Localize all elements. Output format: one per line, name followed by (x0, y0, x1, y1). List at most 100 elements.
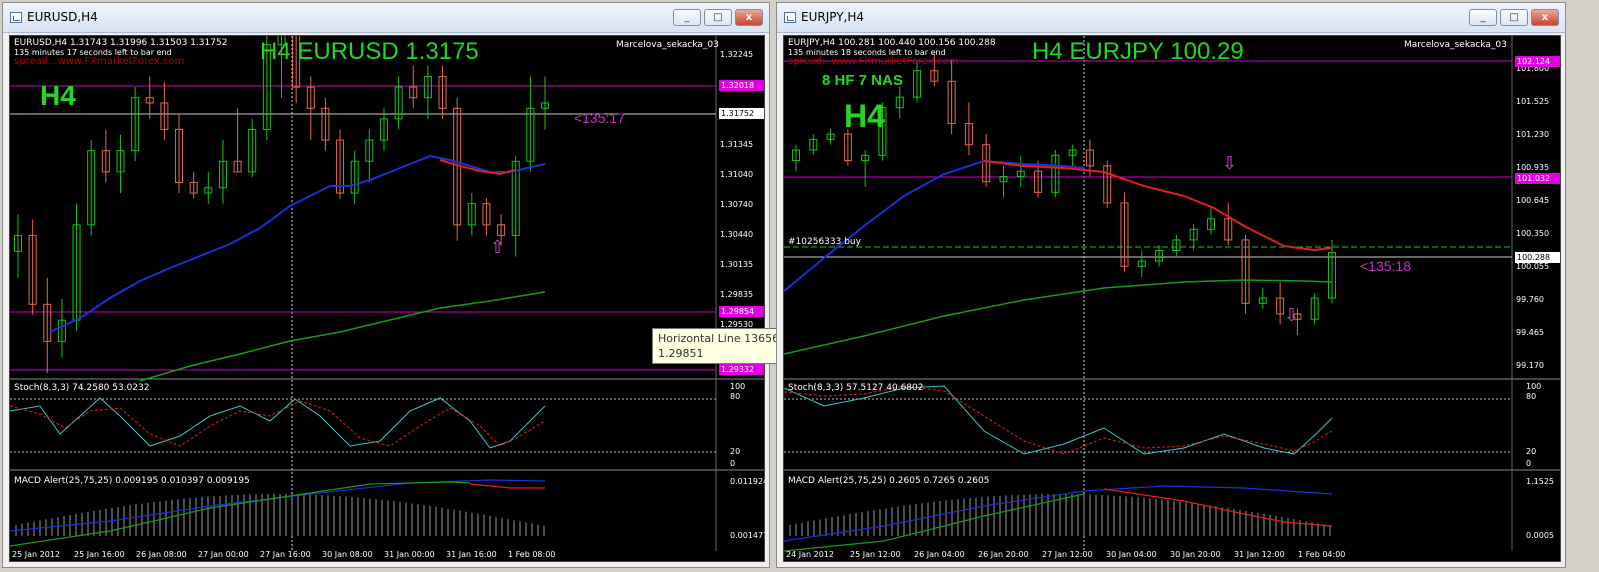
macd-label: MACD Alert(25,75,25) 0.009195 0.010397 0… (14, 476, 250, 486)
price-tick-label: 100.055 (1516, 262, 1550, 271)
ma-mid-line (983, 160, 1333, 252)
current-price-tag: 100.288 (1515, 252, 1560, 263)
macd-scale-bottom: 0.0005 (1526, 531, 1554, 540)
price-tick-label: 1.29835 (720, 290, 754, 299)
window-title: EURJPY,H4 (801, 10, 865, 24)
date-tick-label: 25 Jan 2012 (12, 550, 60, 559)
tooltip-title: Horizontal Line 13656 (658, 332, 780, 345)
minimize-button[interactable]: _ (1469, 9, 1497, 26)
signal-arrow-icon: ⇩ (1222, 153, 1237, 174)
price-tick-label: 101.525 (1516, 97, 1550, 106)
price-tick-label: 1.31040 (720, 170, 754, 179)
stoch-scale-20: 20 (1526, 447, 1537, 456)
macd-main-line (10, 481, 471, 547)
stoch-main-line (10, 397, 546, 449)
ma-slow-line (139, 291, 546, 382)
eurjpy-chart-area[interactable]: ⇩ ⇩ EURJPY,H4 100.281 100.440 100.156 100… (783, 35, 1561, 562)
eurjpy-window[interactable]: EURJPY,H4 _ □ x ⇩ ⇩ EURJPY,H4 100.281 100… (776, 2, 1566, 568)
stoch-label: Stoch(8,3,3) 57.5127 40.6802 (788, 383, 924, 393)
stoch-scale-0: 0 (730, 459, 736, 468)
price-tick-label: 99.465 (1516, 328, 1544, 337)
indicator-name: Marcelova_sekacka_03 (1404, 40, 1507, 50)
stoch-scale-100: 100 (730, 382, 746, 391)
ma-fast-line (784, 159, 1085, 292)
sub-headline: 8 HF 7 NAS (822, 72, 903, 89)
hline-tag-mid: 101.032 (1515, 173, 1560, 184)
date-tick-label: 27 Jan 00:00 (198, 550, 249, 559)
hline-tag-low: 1.29332 (719, 364, 764, 375)
price-tick-label: 1.30740 (720, 200, 754, 209)
date-tick-label: 25 Jan 16:00 (74, 550, 125, 559)
stoch-scale-100: 100 (1526, 382, 1542, 391)
window-title: EURUSD,H4 (27, 10, 98, 24)
countdown-label: <135:18 (1360, 258, 1411, 274)
macd-line (469, 483, 545, 489)
date-tick-label: 30 Jan 08:00 (322, 550, 373, 559)
countdown-label: <135:17 (574, 110, 625, 126)
stoch-scale-0: 0 (1526, 459, 1532, 468)
stoch-signal-line (10, 400, 546, 447)
signal-arrow-icon: ⇧ (490, 237, 505, 258)
price-tick-label: 100.350 (1516, 229, 1550, 238)
timeframe-label: H4 (40, 80, 76, 111)
maximize-button[interactable]: □ (1500, 9, 1528, 26)
eurusd-chart-area[interactable]: ⇧ EURUSD,H4 1.31743 1.31996 1.31503 1.31… (9, 35, 769, 562)
eurusd-window[interactable]: EURUSD,H4 _ □ x ⇧ EURUSD,H4 1.31743 1.31… (2, 2, 770, 568)
date-tick-label: 26 Jan 08:00 (136, 550, 187, 559)
date-tick-label: 31 Jan 16:00 (446, 550, 497, 559)
macd-label: MACD Alert(25,75,25) 0.2605 0.7265 0.260… (788, 476, 990, 486)
date-tick-label: 1 Feb 08:00 (508, 550, 556, 559)
watermark: spread...www.FXmarketForex.com (788, 56, 959, 67)
stoch-signal-line (784, 385, 1333, 455)
hline-tooltip: Horizontal Line 13656 1.29851 (652, 328, 786, 364)
macd-scale-top: 1.1525 (1526, 477, 1554, 486)
timeframe-label: H4 (844, 98, 885, 134)
stoch-main-line (784, 385, 1333, 455)
ohlc-info: EURJPY,H4 100.281 100.440 100.156 100.28… (788, 38, 996, 48)
current-price-tag: 1.31752 (719, 108, 764, 119)
ma-fast-line (49, 154, 546, 333)
ma-slow-line (784, 279, 1333, 355)
hline-tag-top: 1.32018 (719, 80, 764, 91)
date-tick-label: 31 Jan 00:00 (384, 550, 435, 559)
macd-signal-line (784, 485, 1333, 542)
minimize-button[interactable]: _ (673, 9, 701, 26)
macd-scale-top: 0.011924 (730, 477, 769, 486)
date-tick-label: 24 Jan 2012 (786, 550, 834, 559)
date-tick-label: 27 Jan 16:00 (260, 550, 311, 559)
close-button[interactable]: x (1531, 9, 1559, 26)
maximize-button[interactable]: □ (704, 9, 732, 26)
date-tick-label: 1 Feb 04:00 (1298, 550, 1346, 559)
chart-window-icon (10, 12, 22, 23)
price-tick-label: 1.31345 (720, 140, 754, 149)
ohlc-info: EURUSD,H4 1.31743 1.31996 1.31503 1.3175… (14, 38, 228, 48)
price-tick-label: 99.760 (1516, 295, 1544, 304)
signal-arrow-icon: ⇩ (1284, 305, 1299, 326)
stoch-scale-20: 20 (730, 447, 741, 456)
date-tick-label: 30 Jan 20:00 (1170, 550, 1221, 559)
indicator-name: Marcelova_sekacka_03 (616, 40, 719, 50)
hline-tag-top: 102.124 (1515, 56, 1560, 67)
macd-signal-line (10, 479, 546, 532)
date-tick-label: 31 Jan 12:00 (1234, 550, 1285, 559)
date-tick-label: 25 Jan 12:00 (850, 550, 901, 559)
price-tick-label: 1.30440 (720, 230, 754, 239)
macd-scale-bottom: 0.001477 (730, 531, 769, 540)
price-tick-label: 99.170 (1516, 361, 1544, 370)
stoch-scale-80: 80 (730, 392, 741, 401)
date-tick-label: 26 Jan 04:00 (914, 550, 965, 559)
order-label: #10256333 buy (788, 237, 861, 247)
eurjpy-titlebar[interactable]: EURJPY,H4 _ □ x (777, 3, 1565, 33)
price-tick-label: 1.30135 (720, 260, 754, 269)
tooltip-value: 1.29851 (658, 347, 704, 360)
price-tick-label: 1.32245 (720, 50, 754, 59)
hline-tag-mid: 1.29854 (719, 306, 764, 317)
date-tick-label: 26 Jan 20:00 (978, 550, 1029, 559)
date-tick-label: 30 Jan 04:00 (1106, 550, 1157, 559)
price-tick-label: 101.230 (1516, 130, 1550, 139)
chart-window-icon (784, 12, 796, 23)
headline: H4 EURUSD 1.3175 (260, 38, 479, 65)
close-button[interactable]: x (735, 9, 763, 26)
watermark: spread...www.FXmarketForex.com (14, 56, 185, 67)
eurusd-titlebar[interactable]: EURUSD,H4 _ □ x (3, 3, 769, 33)
